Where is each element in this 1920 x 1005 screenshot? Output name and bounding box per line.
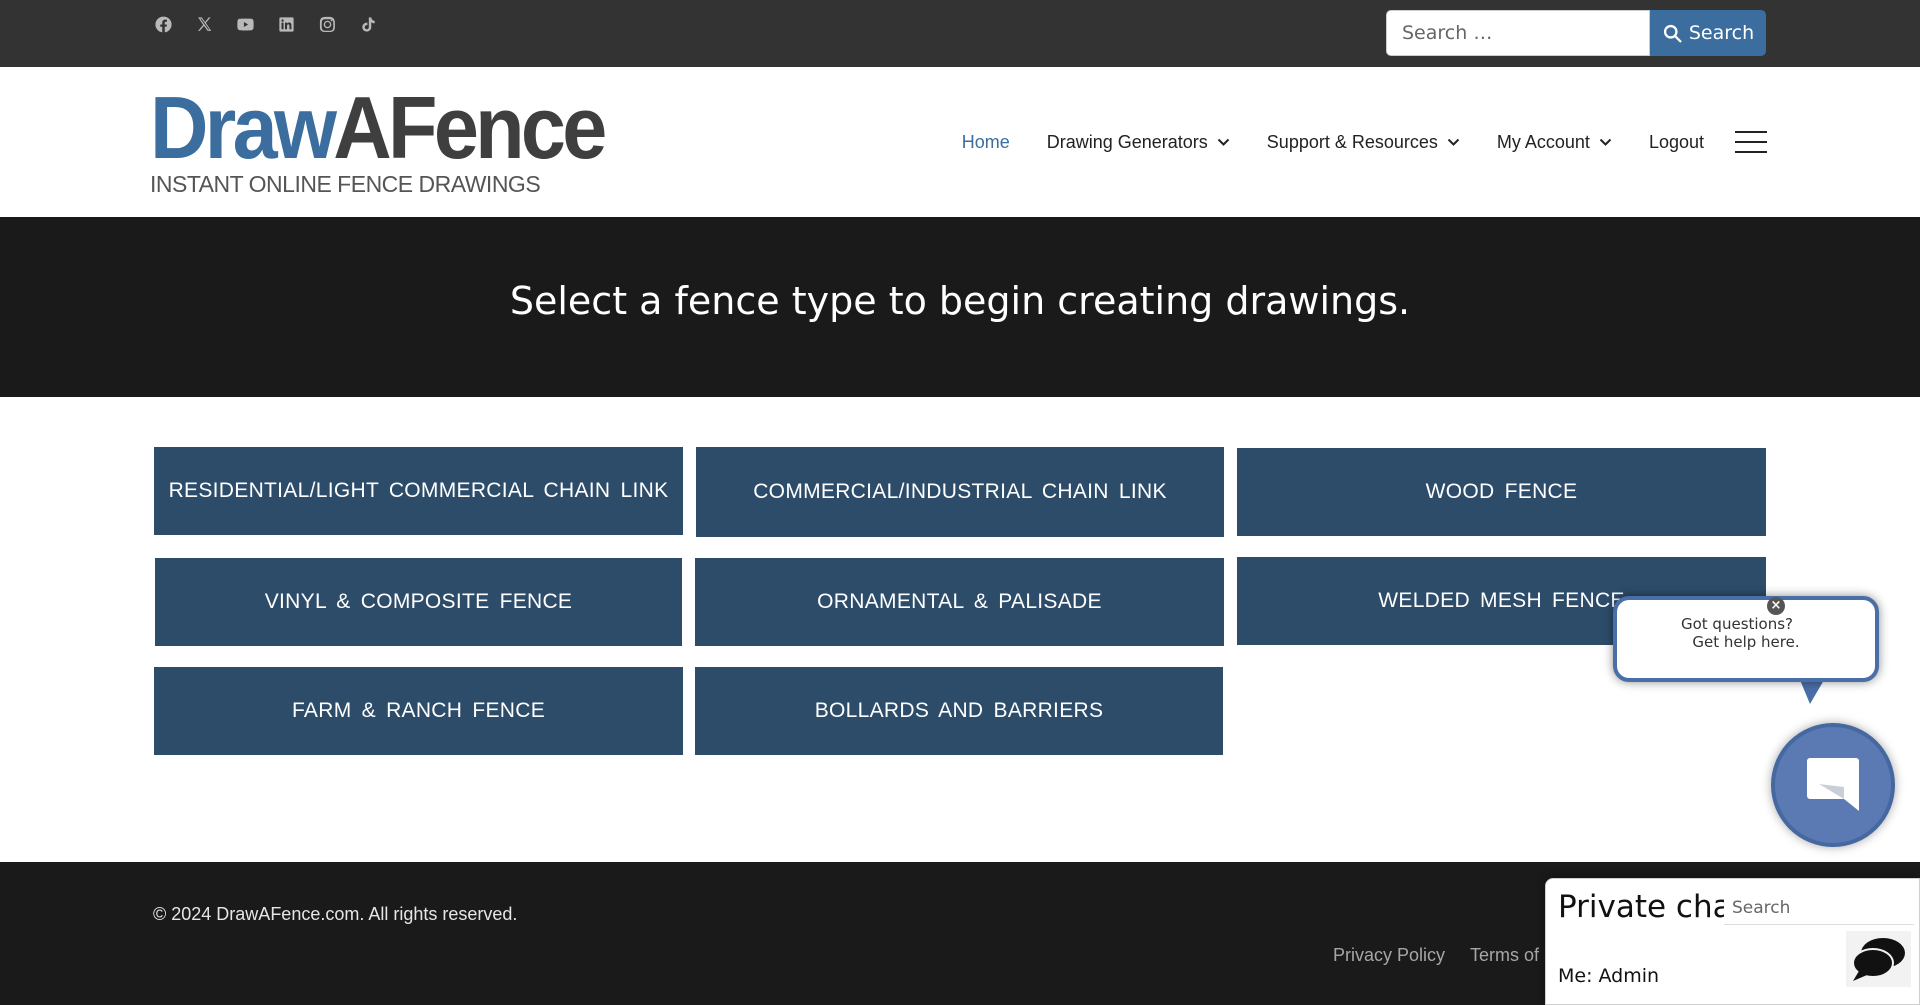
- nav-my-account[interactable]: My Account: [1497, 132, 1612, 153]
- chat-launcher-button[interactable]: [1771, 723, 1895, 847]
- search-icon: [1663, 24, 1682, 43]
- chat-prompt-line1: Got questions?: [1680, 615, 1794, 633]
- private-chat-search-input[interactable]: [1724, 891, 1914, 925]
- private-chat-me-label: Me: Admin: [1558, 965, 1660, 987]
- chat-bubble-tail: [1800, 680, 1824, 704]
- fence-ornamental-palisade-button[interactable]: ORNAMENTAL & PALISADE: [695, 558, 1224, 646]
- logo-wordmark: DrawAFence: [150, 78, 607, 177]
- hero-banner: Select a fence type to begin creating dr…: [0, 217, 1920, 397]
- site-header: DrawAFence INSTANT ONLINE FENCE DRAWINGS…: [0, 67, 1920, 217]
- chevron-down-icon: [1447, 138, 1460, 146]
- main-nav: Home Drawing Generators Support & Resour…: [925, 67, 1767, 217]
- linkedin-icon[interactable]: [276, 14, 297, 35]
- chevron-down-icon: [1599, 138, 1612, 146]
- search-button[interactable]: Search: [1650, 10, 1766, 56]
- site-search: Search: [1386, 10, 1766, 56]
- chat-prompt-bubble[interactable]: Got questions? Get help here.: [1613, 596, 1879, 682]
- fence-farm-ranch-button[interactable]: FARM & RANCH FENCE: [154, 667, 683, 755]
- chat-icon: [1807, 758, 1859, 811]
- social-links: [153, 14, 379, 35]
- youtube-icon[interactable]: [235, 14, 256, 35]
- search-input[interactable]: [1386, 10, 1650, 56]
- chevron-down-icon: [1217, 138, 1230, 146]
- tiktok-icon[interactable]: [358, 14, 379, 35]
- fence-bollards-barriers-button[interactable]: BOLLARDS AND BARRIERS: [695, 667, 1223, 755]
- private-chat-panel: Private chat Me: Admin: [1545, 878, 1920, 1005]
- fence-commercial-chain-link-button[interactable]: COMMERCIAL/INDUSTRIAL CHAIN LINK: [696, 447, 1224, 537]
- footer-link-privacy[interactable]: Privacy Policy: [1333, 945, 1445, 966]
- nav-support-resources[interactable]: Support & Resources: [1267, 132, 1460, 153]
- private-chat-title: Private chat: [1558, 889, 1744, 925]
- hero-title: Select a fence type to begin creating dr…: [509, 279, 1411, 323]
- copyright-text: © 2024 DrawAFence.com. All rights reserv…: [153, 904, 518, 924]
- footer-links: Privacy Policy Terms of Se: [1333, 945, 1566, 966]
- chat-prompt-line2: Get help here.: [1692, 633, 1800, 651]
- site-logo[interactable]: DrawAFence INSTANT ONLINE FENCE DRAWINGS: [150, 78, 643, 198]
- close-icon[interactable]: ×: [1767, 597, 1785, 615]
- fence-residential-chain-link-button[interactable]: RESIDENTIAL/LIGHT COMMERCIAL CHAIN LINK: [154, 447, 683, 535]
- fence-vinyl-composite-button[interactable]: VINYL & COMPOSITE FENCE: [155, 558, 682, 646]
- nav-drawing-generators[interactable]: Drawing Generators: [1047, 132, 1230, 153]
- search-button-label: Search: [1688, 22, 1755, 44]
- nav-home[interactable]: Home: [962, 132, 1010, 153]
- chat-bubbles-icon: [1846, 931, 1911, 987]
- fence-wood-button[interactable]: WOOD FENCE: [1237, 448, 1766, 536]
- facebook-icon[interactable]: [153, 14, 174, 35]
- nav-logout[interactable]: Logout: [1649, 132, 1704, 153]
- top-bar: Search: [0, 0, 1920, 67]
- menu-icon[interactable]: [1735, 131, 1767, 153]
- x-twitter-icon[interactable]: [194, 14, 215, 35]
- instagram-icon[interactable]: [317, 14, 338, 35]
